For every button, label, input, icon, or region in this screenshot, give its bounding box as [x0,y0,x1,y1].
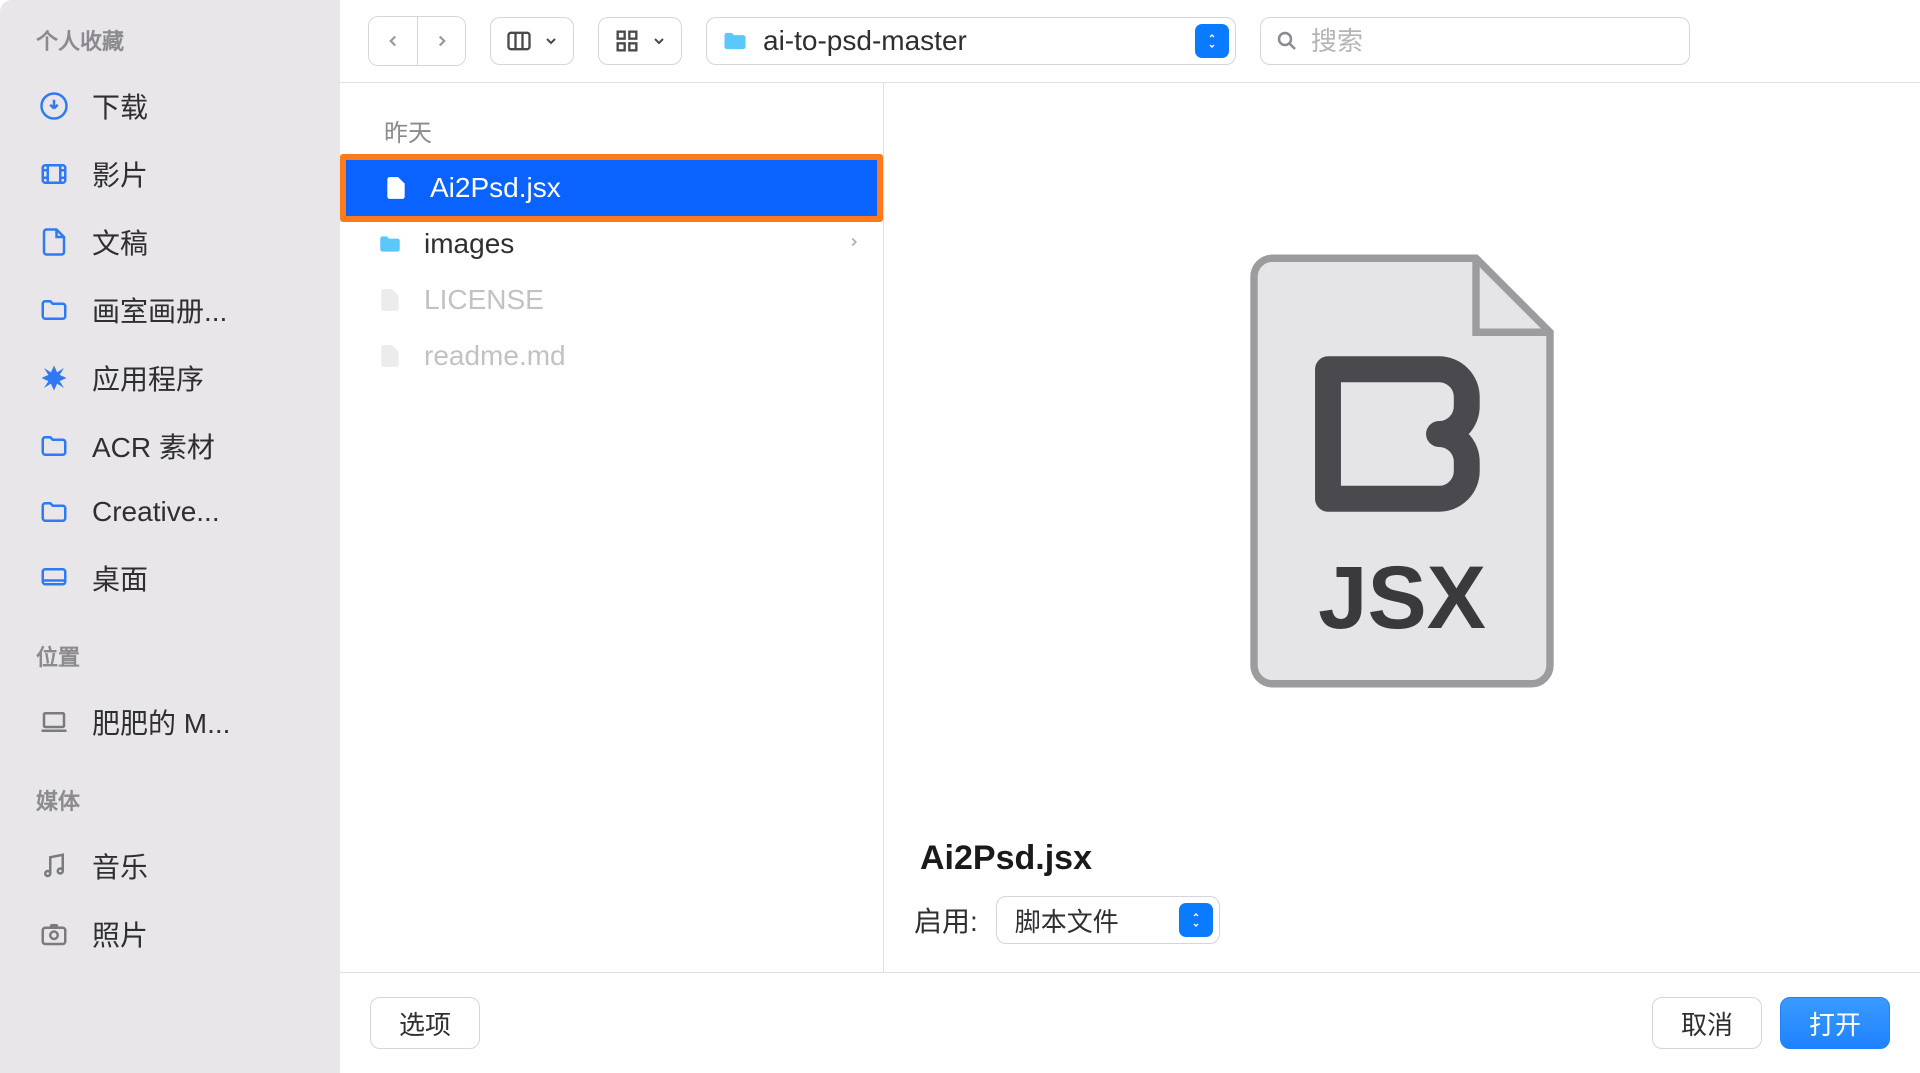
sidebar-item-label: 画室画册... [92,290,227,330]
file-type-select[interactable]: 脚本文件 [996,896,1220,944]
cancel-button[interactable]: 取消 [1652,997,1762,1049]
folder-icon [721,27,749,55]
sidebar-item-album[interactable]: 画室画册... [0,276,340,344]
view-mode-button[interactable] [490,17,574,65]
file-item-ai2psd[interactable]: Ai2Psd.jsx [340,154,883,222]
sidebar-item-label: 照片 [92,914,148,954]
sidebar-item-label: 音乐 [92,846,148,886]
sidebar-item-movies[interactable]: 影片 [0,140,340,208]
document-icon [36,224,72,260]
apps-icon [36,360,72,396]
music-icon [36,848,72,884]
file-name: readme.md [424,340,861,372]
desktop-icon [36,560,72,596]
content-area: 昨天 Ai2Psd.jsx images L [340,82,1920,972]
file-item-license: LICENSE [340,272,883,328]
group-by-button[interactable] [598,17,682,65]
toolbar: ai-to-psd-master [340,0,1920,82]
columns-icon [505,27,533,55]
file-name: LICENSE [424,284,861,316]
camera-icon [36,916,72,952]
laptop-icon [36,704,72,740]
back-button[interactable] [369,17,417,65]
search-input[interactable] [1311,26,1675,57]
file-icon [374,340,406,372]
path-chevron-icon [1195,24,1229,58]
download-icon [36,88,72,124]
sidebar-item-documents[interactable]: 文稿 [0,208,340,276]
sidebar-item-label: 肥肥的 M... [92,702,230,742]
path-text: ai-to-psd-master [763,25,1181,57]
sidebar-item-acr[interactable]: ACR 素材 [0,412,340,480]
sidebar-item-desktop[interactable]: 桌面 [0,544,340,612]
sidebar-item-laptop[interactable]: 肥肥的 M... [0,688,340,756]
sidebar-section-favorites: 个人收藏 [0,24,340,72]
chevron-right-icon [847,235,861,254]
footer: 选项 取消 打开 [340,972,1920,1073]
sidebar-item-music[interactable]: 音乐 [0,832,340,900]
file-section-title: 昨天 [340,95,883,160]
grid-icon [613,27,641,55]
search-field[interactable] [1260,17,1690,65]
svg-text:JSX: JSX [1318,548,1486,647]
folder-icon [36,494,72,530]
sidebar-item-label: 下载 [92,86,148,126]
file-name: Ai2Psd.jsx [430,172,855,204]
chevron-down-icon [651,33,667,49]
sidebar-item-label: 影片 [92,154,148,194]
file-item-images[interactable]: images [340,216,883,272]
preview-icon: JSX [914,103,1890,839]
sidebar-item-label: 桌面 [92,558,148,598]
enable-label: 启用: [914,900,978,940]
select-value: 脚本文件 [1015,902,1119,939]
sidebar-item-creative[interactable]: Creative... [0,480,340,544]
file-list: 昨天 Ai2Psd.jsx images L [340,83,884,972]
forward-button[interactable] [417,17,465,65]
file-icon [374,284,406,316]
sidebar-section-media: 媒体 [0,756,340,832]
search-icon [1275,29,1299,53]
script-icon [380,172,412,204]
folder-icon [374,228,406,260]
file-name: images [424,228,829,260]
preview-panel: JSX Ai2Psd.jsx 启用: 脚本文件 [884,83,1920,972]
sidebar-item-label: 应用程序 [92,358,204,398]
sidebar-item-label: 文稿 [92,222,148,262]
select-chevron-icon [1179,903,1213,937]
sidebar-section-locations: 位置 [0,612,340,688]
sidebar-item-downloads[interactable]: 下载 [0,72,340,140]
preview-file-name: Ai2Psd.jsx [920,839,1890,878]
sidebar-item-photos[interactable]: 照片 [0,900,340,968]
folder-icon [36,428,72,464]
path-selector[interactable]: ai-to-psd-master [706,17,1236,65]
sidebar-item-applications[interactable]: 应用程序 [0,344,340,412]
movie-icon [36,156,72,192]
sidebar-item-label: Creative... [92,496,220,528]
options-button[interactable]: 选项 [370,997,480,1049]
folder-icon [36,292,72,328]
sidebar: 个人收藏 下载 影片 文稿 画室画册... 应用程序 ACR 素材 [0,0,340,1073]
file-item-readme: readme.md [340,328,883,384]
open-button[interactable]: 打开 [1780,997,1890,1049]
sidebar-item-label: ACR 素材 [92,426,215,466]
nav-buttons [368,16,466,66]
main-panel: ai-to-psd-master 昨天 Ai2Psd.jsx [340,0,1920,1073]
chevron-down-icon [543,33,559,49]
